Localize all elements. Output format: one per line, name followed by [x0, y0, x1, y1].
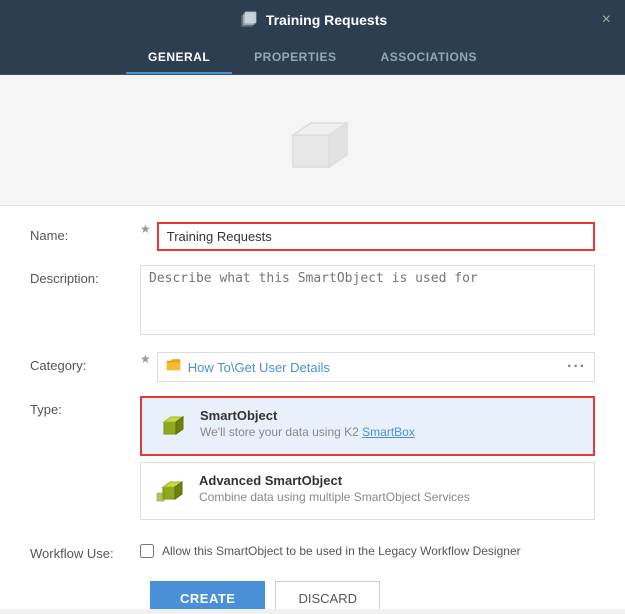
cube-icon: [273, 105, 353, 185]
smartbox-link[interactable]: SmartBox: [362, 425, 415, 439]
close-button[interactable]: ×: [602, 11, 611, 29]
category-row: Category: ★ How To\Get User Details ···: [30, 352, 595, 382]
workflow-checkbox-label: Allow this SmartObject to be used in the…: [162, 544, 521, 558]
form-area: Name: ★ Description: Category: ★: [0, 205, 625, 609]
discard-button[interactable]: DISCARD: [275, 581, 380, 609]
workflow-checkbox[interactable]: [140, 544, 154, 558]
tab-properties[interactable]: PROPERTIES: [232, 40, 358, 74]
description-row: Description:: [30, 265, 595, 338]
cube-area: [0, 75, 625, 205]
main-content: Name: ★ Description: Category: ★: [0, 75, 625, 609]
description-label: Description:: [30, 265, 140, 286]
type-control: SmartObject We'll store your data using …: [140, 396, 595, 526]
smartobject-icon: [154, 408, 190, 444]
workflow-label: Workflow Use:: [30, 540, 140, 561]
tab-general[interactable]: GENERAL: [126, 40, 232, 74]
advanced-smartobject-name: Advanced SmartObject: [199, 473, 470, 488]
category-control: How To\Get User Details ···: [157, 352, 595, 382]
tabs-bar: GENERAL PROPERTIES ASSOCIATIONS: [0, 40, 625, 75]
create-button[interactable]: CREATE: [150, 581, 265, 609]
title-bar: Training Requests ×: [0, 0, 625, 40]
category-label: Category:: [30, 352, 140, 373]
category-field[interactable]: How To\Get User Details ···: [157, 352, 595, 382]
type-label: Type:: [30, 396, 140, 417]
name-label: Name:: [30, 222, 140, 243]
description-textarea[interactable]: [140, 265, 595, 335]
app-icon: [238, 10, 258, 30]
advanced-smartobject-info: Advanced SmartObject Combine data using …: [199, 473, 470, 504]
name-row: Name: ★: [30, 222, 595, 251]
folder-icon: [166, 359, 182, 376]
name-input[interactable]: [157, 222, 595, 251]
advanced-smartobject-icon: [153, 473, 189, 509]
type-row: Type: SmartObject We'll store your data …: [30, 396, 595, 526]
name-control: [157, 222, 595, 251]
buttons-row: CREATE DISCARD: [30, 581, 595, 609]
type-option-smartobject[interactable]: SmartObject We'll store your data using …: [140, 396, 595, 456]
type-option-advanced-smartobject[interactable]: Advanced SmartObject Combine data using …: [140, 462, 595, 520]
category-required-star: ★: [140, 352, 151, 366]
smartobject-desc: We'll store your data using K2 SmartBox: [200, 425, 415, 439]
category-value: How To\Get User Details: [188, 360, 567, 375]
category-more-button[interactable]: ···: [567, 358, 586, 376]
workflow-control: Allow this SmartObject to be used in the…: [140, 544, 595, 558]
smartobject-name: SmartObject: [200, 408, 415, 423]
description-control: [140, 265, 595, 338]
workflow-row: Workflow Use: Allow this SmartObject to …: [30, 540, 595, 561]
name-required-star: ★: [140, 222, 151, 236]
advanced-smartobject-desc: Combine data using multiple SmartObject …: [199, 490, 470, 504]
tab-associations[interactable]: ASSOCIATIONS: [359, 40, 499, 74]
window-title: Training Requests: [266, 12, 387, 28]
smartobject-info: SmartObject We'll store your data using …: [200, 408, 415, 439]
